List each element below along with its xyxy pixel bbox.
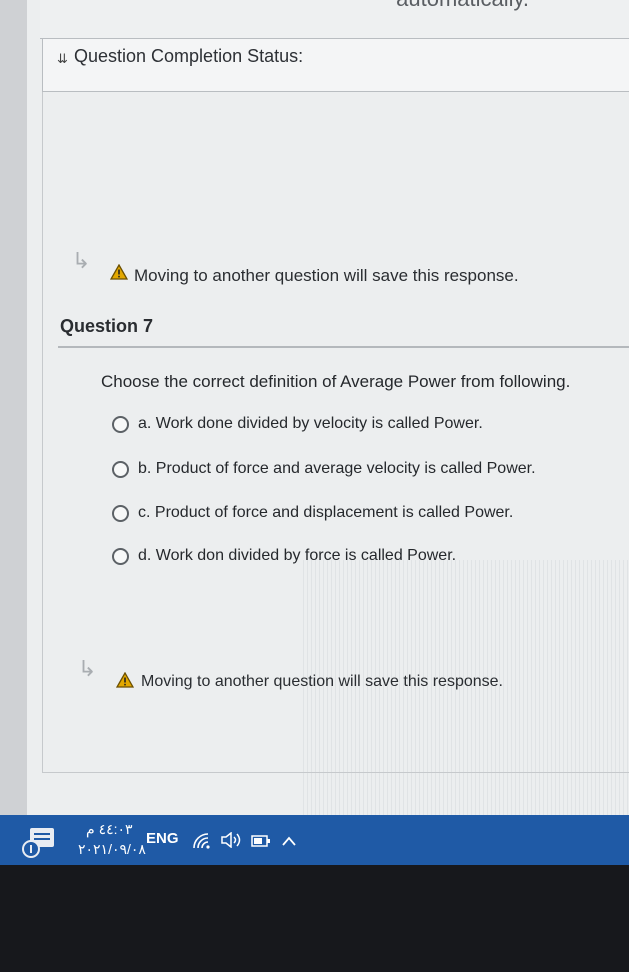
radio-button-d[interactable]	[112, 547, 129, 565]
answer-option-label[interactable]: a. Work done divided by velocity is call…	[138, 415, 483, 433]
chevron-up-icon[interactable]	[281, 835, 297, 847]
previous-question-footer: automatically.	[40, 0, 629, 39]
return-arrow-icon: ↳	[78, 656, 97, 681]
wifi-icon[interactable]	[192, 833, 212, 849]
autosave-notice-fragment: automatically.	[396, 0, 529, 12]
input-language[interactable]: ENG	[146, 830, 179, 847]
windows-taskbar: ٤٤:٠٣ م ٢٠٢١/٠٩/٠٨ ENG	[0, 815, 629, 865]
radio-button-a[interactable]	[112, 415, 129, 433]
radio-button-c[interactable]	[112, 504, 129, 522]
answer-option-label[interactable]: c. Product of force and displacement is …	[138, 504, 513, 522]
question-text: Choose the correct definition of Average…	[101, 372, 571, 391]
answer-option-label[interactable]: b. Product of force and average velocity…	[138, 460, 536, 478]
clock-time[interactable]: ٤٤:٠٣ م	[86, 821, 133, 838]
browser-viewport: automatically. ⇊ Question Completion Sta…	[0, 0, 629, 815]
answer-option-b[interactable]: b. Product of force and average velocity…	[112, 457, 536, 481]
clock-date[interactable]: ٢٠٢١/٠٩/٠٨	[78, 841, 146, 858]
radio-button-b[interactable]	[112, 460, 129, 478]
volume-icon[interactable]	[220, 832, 242, 848]
answer-option-label[interactable]: d. Work don divided by force is called P…	[138, 547, 456, 565]
chevron-double-down-icon[interactable]: ⇊	[57, 51, 68, 67]
question-completion-status-label[interactable]: Question Completion Status:	[74, 46, 303, 67]
question-divider	[58, 346, 629, 348]
warning-triangle-icon	[116, 672, 134, 688]
save-warning-text: Moving to another question will save thi…	[134, 266, 519, 285]
monitor-bezel	[0, 865, 629, 972]
question-completion-status[interactable]: ⇊ Question Completion Status:	[42, 38, 629, 92]
return-arrow-icon: ↳	[72, 248, 91, 273]
battery-icon[interactable]	[251, 835, 271, 847]
answer-option-c[interactable]: c. Product of force and displacement is …	[112, 501, 513, 525]
answer-option-d[interactable]: d. Work don divided by force is called P…	[112, 544, 456, 568]
answer-option-a[interactable]: a. Work done divided by velocity is call…	[112, 412, 483, 436]
save-warning-text: Moving to another question will save thi…	[141, 673, 503, 690]
notification-center-icon[interactable]	[20, 825, 58, 859]
question-title: Question 7	[60, 316, 154, 336]
warning-triangle-icon	[110, 264, 128, 280]
